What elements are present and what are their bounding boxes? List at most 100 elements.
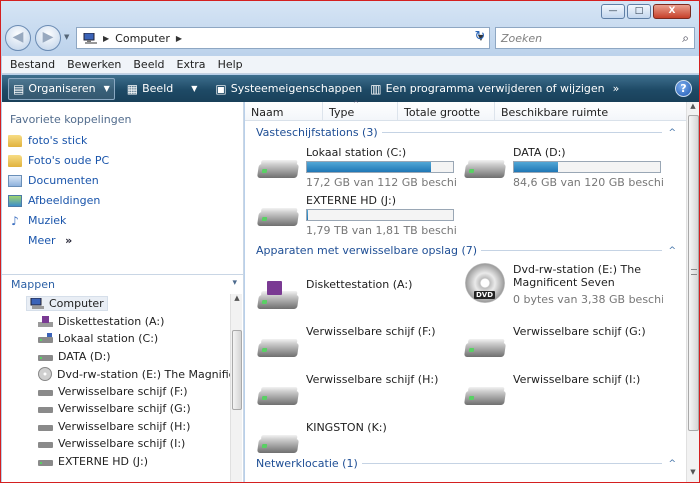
tree-item-j[interactable]: EXTERNE HD (J:) (38, 455, 148, 468)
device-e[interactable]: DVD Dvd-rw-station (E:) The Magnificent … (458, 263, 663, 307)
minimize-button[interactable]: — (601, 4, 625, 19)
window-controls: — □ X (601, 4, 691, 19)
search-icon[interactable]: ⌕ (682, 31, 689, 46)
uninstall-program-label: Een programma verwijderen of wijzigen (385, 82, 605, 95)
recent-pages-chevron-icon[interactable]: ▼ (64, 33, 69, 41)
tree-scrollbar[interactable]: ▲ (230, 294, 243, 482)
group-label: Netwerklocatie (1) (256, 457, 358, 470)
search-input[interactable]: Zoeken ⌕ (495, 27, 695, 49)
tree-item-c[interactable]: Lokaal station (C:) (38, 332, 158, 345)
tree-item-f[interactable]: Verwisselbare schijf (F:) (38, 385, 188, 398)
scroll-up-icon[interactable]: ▲ (231, 294, 243, 306)
column-headers: Naam ^ Type Totale grootte Beschikbare ru… (245, 100, 686, 121)
explorer-window: — □ X ◀ ▶ ▼ ▶ Computer ▶ ▼ ↻ Zoeken ⌕ Be… (0, 0, 700, 483)
tree-item-floppy[interactable]: Diskettestation (A:) (38, 315, 164, 328)
capacity-fill (307, 162, 432, 172)
group-fixed-drives[interactable]: Vasteschijfstations (3) ^ (256, 126, 676, 139)
menu-extra[interactable]: Extra (177, 58, 206, 71)
content-pane: Naam ^ Type Totale grootte Beschikbare ru… (245, 100, 686, 482)
hdd-icon (257, 206, 299, 228)
drive-d[interactable]: DATA (D:) 84,6 GB van 120 GB beschikbaar (458, 146, 663, 190)
capacity-fill (307, 210, 309, 220)
device-f[interactable]: Verwisselbare schijf (F:) (251, 325, 456, 369)
device-a[interactable]: Diskettestation (A:) (251, 277, 456, 321)
column-label: Type (329, 106, 355, 119)
close-button[interactable]: X (653, 4, 691, 19)
menu-help[interactable]: Help (218, 58, 243, 71)
hdd-icon (464, 158, 506, 180)
column-type[interactable]: ^ Type (323, 100, 398, 120)
scrollbar-thumb[interactable] (688, 115, 699, 431)
system-properties-button[interactable]: ▣ Systeemeigenschappen (211, 78, 366, 100)
drive-c[interactable]: Lokaal station (C:) 17,2 GB van 112 GB b… (251, 146, 456, 190)
favorite-item[interactable]: Foto's oude PC (8, 154, 109, 167)
column-total-size[interactable]: Totale grootte (398, 102, 495, 120)
breadcrumb-computer[interactable]: Computer (115, 32, 170, 45)
device-h[interactable]: Verwisselbare schijf (H:) (251, 373, 456, 417)
forward-button[interactable]: ▶ (35, 25, 61, 51)
drive-caption: 1,79 TB van 1,81 TB beschikbaar (306, 224, 456, 237)
more-favorites-link[interactable]: Meer » (28, 234, 72, 247)
maximize-button[interactable]: □ (627, 4, 651, 19)
drive-j[interactable]: EXTERNE HD (J:) 1,79 TB van 1,81 TB besc… (251, 194, 456, 238)
scroll-up-icon[interactable]: ▲ (687, 102, 699, 114)
column-naam[interactable]: Naam (245, 102, 323, 120)
column-free-space[interactable]: Beschikbare ruimte (495, 102, 684, 120)
device-i[interactable]: Verwisselbare schijf (I:) (458, 373, 663, 417)
favorite-item[interactable]: foto's stick (8, 134, 87, 147)
menu-bar: Bestand Bewerken Beeld Extra Help (2, 56, 699, 74)
content-scrollbar[interactable]: ▲ ▼ (686, 102, 699, 482)
capacity-fill (514, 162, 558, 172)
capacity-bar (513, 161, 661, 173)
tree-item-i[interactable]: Verwisselbare schijf (I:) (38, 437, 185, 450)
favorite-item[interactable]: ♪ Muziek (8, 214, 66, 227)
breadcrumb-separator-icon[interactable]: ▶ (103, 34, 109, 43)
removable-drive-icon (38, 406, 53, 413)
organize-icon: ▤ (13, 81, 25, 96)
scroll-down-icon[interactable]: ▼ (687, 468, 699, 480)
drive-name: Verwisselbare schijf (F:) (306, 325, 436, 338)
view-button[interactable]: ▦ Beeld ▼ (123, 78, 202, 100)
collapse-icon[interactable]: ^ (668, 459, 676, 469)
group-removable[interactable]: Apparaten met verwisselbare opslag (7) ^ (256, 244, 676, 257)
sort-indicator-icon: ^ (353, 100, 359, 108)
back-button[interactable]: ◀ (5, 25, 31, 51)
tree-item-d[interactable]: DATA (D:) (38, 350, 111, 363)
folders-header[interactable]: Mappen ▾ (2, 274, 243, 293)
removable-drive-icon (257, 385, 299, 407)
collapse-icon[interactable]: ^ (668, 128, 676, 138)
favorite-item[interactable]: Afbeeldingen (8, 194, 100, 207)
collapse-icon[interactable]: ^ (668, 246, 676, 256)
tree-label: Computer (49, 297, 104, 310)
breadcrumb-separator-icon[interactable]: ▶ (176, 34, 182, 43)
removable-drive-icon (38, 424, 53, 431)
device-g[interactable]: Verwisselbare schijf (G:) (458, 325, 663, 369)
address-bar[interactable]: ▶ Computer ▶ ▼ (76, 27, 490, 49)
tree-label: Diskettestation (A:) (58, 315, 165, 328)
tree-label: Lokaal station (C:) (58, 332, 159, 345)
refresh-icon[interactable]: ↻ (471, 28, 489, 46)
scrollbar-thumb[interactable] (232, 330, 242, 410)
menu-bewerken[interactable]: Bewerken (67, 58, 121, 71)
group-network[interactable]: Netwerklocatie (1) ^ (256, 457, 676, 470)
documents-icon (8, 174, 22, 187)
tree-item-h[interactable]: Verwisselbare schijf (H:) (38, 420, 190, 433)
folder-icon (8, 154, 22, 167)
chevron-down-icon: ▼ (103, 84, 110, 93)
computer-icon (30, 298, 44, 309)
organize-button[interactable]: ▤ Organiseren ▼ (8, 77, 115, 100)
favorite-item[interactable]: Documenten (8, 174, 99, 187)
drive-name: EXTERNE HD (J:) (306, 194, 397, 207)
tree-item-g[interactable]: Verwisselbare schijf (G:) (38, 402, 191, 415)
hdd-icon (38, 459, 53, 466)
tree-item-computer[interactable]: Computer (26, 296, 108, 311)
floppy-icon (38, 315, 53, 327)
tree-label: Verwisselbare schijf (H:) (58, 420, 191, 433)
uninstall-program-button[interactable]: ▥ Een programma verwijderen of wijzigen (366, 78, 608, 100)
menu-bestand[interactable]: Bestand (10, 58, 55, 71)
menu-beeld[interactable]: Beeld (133, 58, 164, 71)
help-icon[interactable]: ? (675, 80, 692, 97)
tree-item-e[interactable]: Dvd-rw-station (E:) The Magnificent (38, 367, 230, 381)
views-icon: ▦ (126, 81, 139, 96)
more-commands-button[interactable]: » (609, 78, 624, 100)
